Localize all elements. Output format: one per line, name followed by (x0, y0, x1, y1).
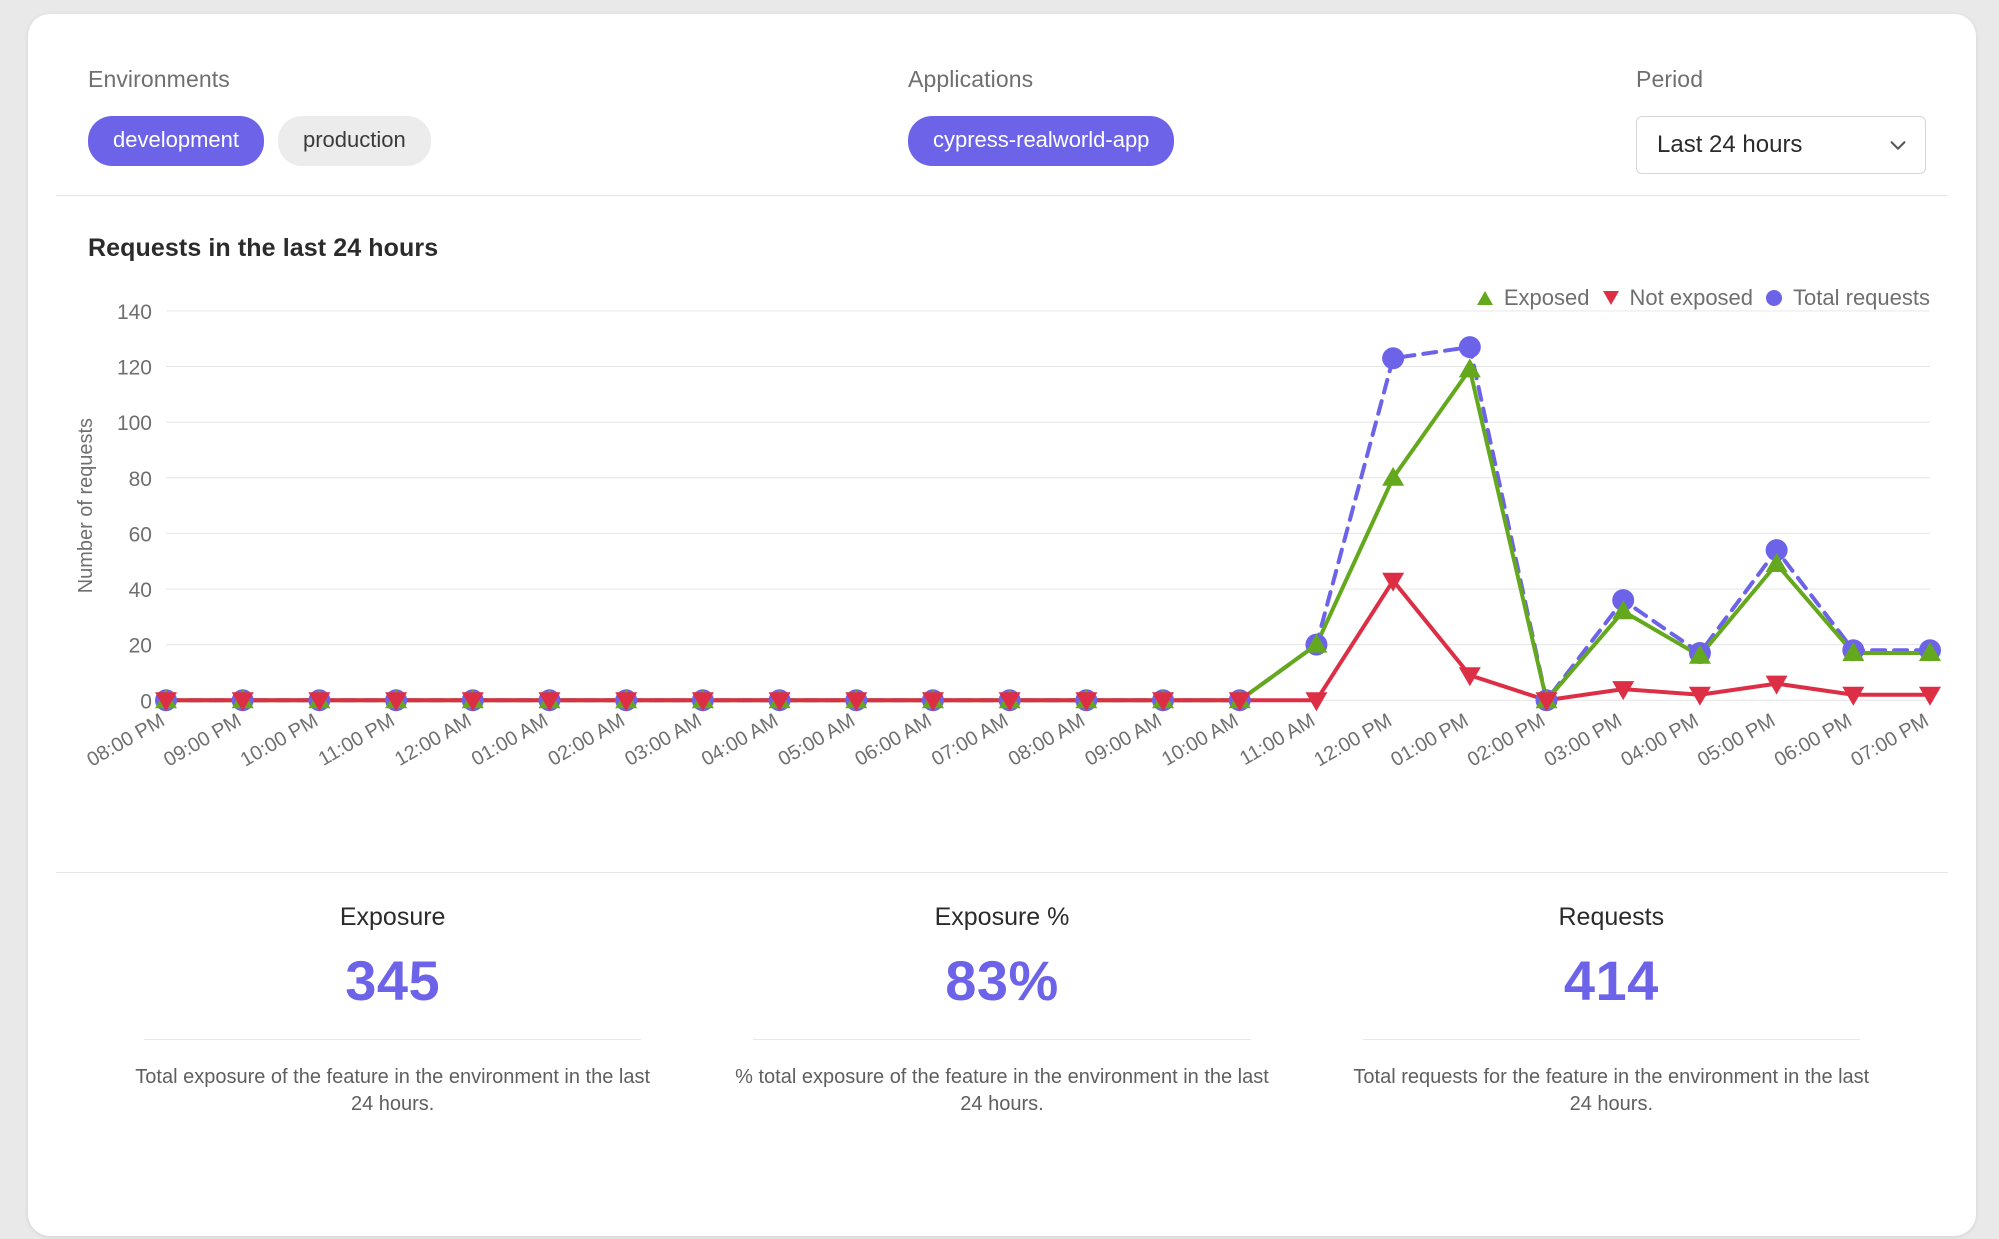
y-axis-tick-label: 0 (140, 690, 152, 713)
x-axis-tick-label: 05:00 AM (775, 710, 859, 771)
application-chip-cypress-realworld-app[interactable]: cypress-realworld-app (908, 116, 1175, 166)
x-axis-tick-label: 03:00 PM (1541, 710, 1626, 772)
environment-chip-development[interactable]: development (88, 116, 264, 166)
chart-title: Requests in the last 24 hours (88, 234, 439, 262)
x-axis-tick-label: 12:00 AM (391, 710, 475, 771)
legend-item-total-requests[interactable]: Total requests (1763, 285, 1930, 311)
legend-item-not-exposed[interactable]: Not exposed (1600, 285, 1754, 311)
x-axis-tick-label: 11:00 AM (1236, 710, 1319, 770)
x-axis-tick-label: 10:00 AM (1158, 710, 1242, 771)
metric-requests: Requests 414 Total requests for the feat… (1307, 903, 1916, 1118)
metric-description: % total exposure of the feature in the e… (735, 1066, 1269, 1115)
series-line (164, 367, 1932, 703)
triangle-up-icon (1474, 287, 1496, 309)
environments-chip-row: development production (88, 116, 431, 166)
y-axis-tick-label: 40 (129, 579, 152, 602)
x-axis-tick-label: 05:00 PM (1694, 710, 1779, 772)
applications-filter: Applications cypress-realworld-app (908, 66, 1175, 166)
series-line (164, 345, 1932, 703)
metric-divider (144, 1039, 642, 1040)
x-axis-tick-label: 07:00 PM (1847, 710, 1932, 772)
y-axis-title: Number of requests (75, 418, 97, 593)
x-axis-tick-label: 07:00 AM (928, 710, 1012, 771)
circle-icon (1763, 287, 1785, 309)
x-axis-tick-label: 02:00 AM (545, 710, 629, 771)
metric-value: 414 (1563, 949, 1659, 1012)
y-axis-tick-label: 60 (129, 523, 152, 546)
legend-item-exposed[interactable]: Exposed (1474, 285, 1590, 311)
legend-label-exposed: Exposed (1503, 285, 1590, 310)
y-axis-tick-label: 120 (117, 357, 152, 380)
environments-filter: Environments development production (88, 66, 431, 166)
y-axis-tick-label: 20 (129, 635, 152, 658)
x-axis-tick-label: 03:00 AM (621, 710, 705, 771)
metrics-row: Exposure 345 Total exposure of the featu… (88, 903, 1916, 1118)
metric-value: 345 (345, 949, 441, 1012)
metric-title: Requests (1558, 903, 1665, 931)
y-axis-tick-label: 100 (117, 412, 152, 435)
x-axis-tick-label: 08:00 AM (1005, 710, 1089, 771)
metric-description: Total exposure of the feature in the env… (135, 1066, 651, 1115)
period-filter: Period Last 24 hours (1636, 66, 1926, 174)
metric-exposure: Exposure 345 Total exposure of the featu… (88, 903, 697, 1118)
y-axis-tick-label: 140 (117, 301, 152, 324)
y-axis-tick-label: 80 (129, 468, 152, 491)
x-axis-tick-label: 11:00 PM (315, 710, 399, 771)
x-axis-tick-label: 01:00 PM (1387, 710, 1472, 772)
x-axis-tick-label: 08:00 PM (83, 710, 168, 772)
filter-bar: Environments development production Appl… (56, 14, 1948, 196)
environment-chip-production[interactable]: production (277, 116, 431, 166)
chart-canvas: 0 20 40 60 80 100 120 140 Number of requests 08:0… (75, 301, 1941, 772)
metric-title: Exposure (339, 903, 446, 931)
metric-divider (1362, 1039, 1860, 1040)
x-axis-tick-label: 12:00 PM (1311, 710, 1396, 772)
metric-divider (753, 1039, 1251, 1040)
metric-title: Exposure % (934, 903, 1070, 931)
x-axis-tick-label: 06:00 AM (851, 710, 935, 771)
x-axis-tick-label: 10:00 PM (237, 710, 322, 772)
data-point-marker[interactable] (1458, 336, 1481, 359)
chart-legend: Exposed Not exposed Total requests (1474, 285, 1930, 311)
metric-exposure-percent: Exposure % 83% % total exposure of the f… (697, 903, 1306, 1118)
x-axis-tick-label: 09:00 PM (160, 710, 245, 772)
x-axis-tick-label: 02:00 PM (1464, 710, 1549, 772)
series-line (164, 578, 1932, 703)
x-axis-tick-label: 01:00 AM (468, 710, 552, 771)
applications-chip-row: cypress-realworld-app (908, 116, 1175, 166)
period-label: Period (1636, 66, 1704, 92)
applications-label: Applications (908, 66, 1034, 92)
x-axis-tick-label: 09:00 AM (1081, 710, 1165, 771)
data-point-marker[interactable] (1458, 358, 1481, 378)
data-point-marker[interactable] (1688, 686, 1711, 706)
triangle-down-icon (1600, 287, 1622, 309)
period-select[interactable]: Last 24 hours (1636, 116, 1926, 174)
x-axis-tick-label: 04:00 PM (1617, 710, 1702, 772)
legend-label-not-exposed: Not exposed (1629, 285, 1754, 310)
dashboard-card: Environments development production Appl… (28, 14, 1976, 1236)
x-axis-tick-label: 06:00 PM (1771, 710, 1856, 772)
x-axis-tick-label: 04:00 AM (698, 710, 782, 771)
data-point-marker[interactable] (1382, 347, 1405, 370)
metric-value: 83% (945, 949, 1059, 1012)
legend-label-total-requests: Total requests (1793, 285, 1930, 310)
metric-description: Total requests for the feature in the en… (1353, 1066, 1870, 1115)
requests-chart: Exposed Not exposed Total requests 0 20 40… (56, 273, 1948, 873)
period-select-value: Last 24 hours (1657, 131, 1803, 158)
environments-label: Environments (88, 66, 230, 92)
chevron-down-icon (1887, 134, 1909, 156)
